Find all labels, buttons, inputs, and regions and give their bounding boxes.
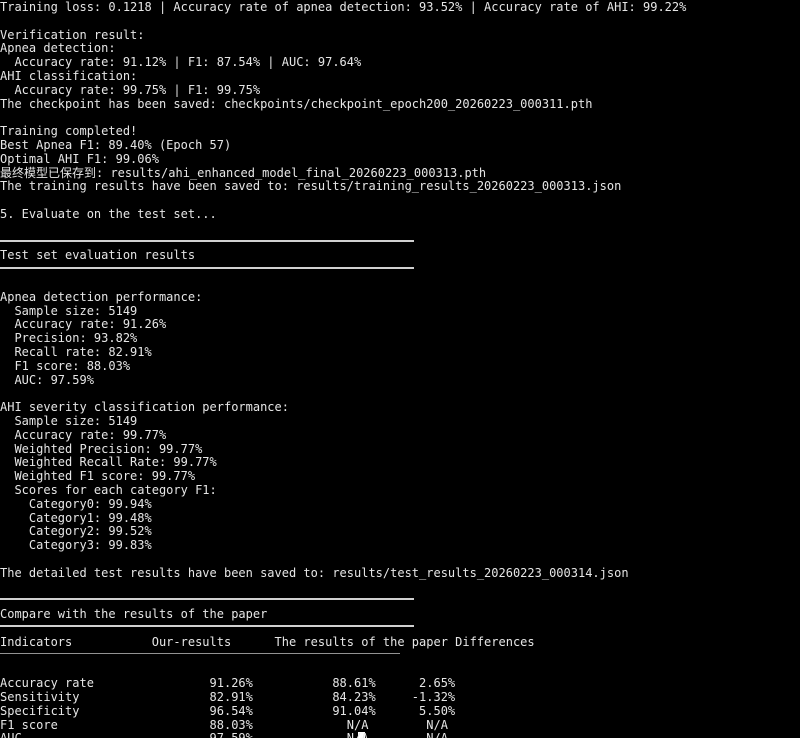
- terminal-line: Apnea detection:: [0, 41, 116, 56]
- terminal-line: Sensitivity 82.91% 84.23% -1.32%: [0, 690, 456, 704]
- terminal-line: Scores for each category F1:: [0, 483, 217, 497]
- terminal-line: AHI severity classification performance:: [0, 400, 289, 415]
- terminal-line: F1 score: 88.03%: [0, 358, 131, 373]
- terminal-line: F1 score 88.03% N/A N/A: [0, 717, 448, 732]
- terminal-line: Training completed!: [0, 124, 138, 139]
- terminal-line: The detailed test results have been save…: [0, 565, 629, 580]
- terminal-line: Compare with the results of the paper: [0, 607, 268, 622]
- terminal-line: AHI classification:: [0, 69, 138, 83]
- terminal-line: Sample size: 5149: [0, 303, 138, 318]
- terminal-line: The checkpoint has been saved: checkpoin…: [0, 96, 593, 111]
- separator-line: [0, 653, 400, 654]
- terminal-line: Specificity 96.54% 91.04% 5.50%: [0, 703, 456, 718]
- terminal-line: Weighted Precision: 99.77%: [0, 441, 203, 456]
- terminal-line: Training loss: 0.1218 | Accuracy rate of…: [0, 0, 687, 14]
- terminal-line: Precision: 93.82%: [0, 331, 138, 346]
- terminal-line: Category1: 99.48%: [0, 510, 152, 525]
- separator-line: [0, 598, 414, 600]
- terminal-window[interactable]: Training loss: 0.1218 | Accuracy rate of…: [0, 0, 800, 738]
- terminal-line: Recall rate: 82.91%: [0, 345, 152, 359]
- terminal-line: 最终模型已保存到: results/ahi_enhanced_model_fin…: [0, 165, 487, 180]
- terminal-line: Best Apnea F1: 89.40% (Epoch 57): [0, 138, 232, 152]
- terminal-line: Verification result:: [0, 27, 145, 42]
- terminal-line: The training results have been saved to:…: [0, 179, 622, 194]
- terminal-line: Accuracy rate: 91.26%: [0, 317, 167, 332]
- terminal-line: AUC: 97.59%: [0, 372, 94, 387]
- terminal-line: AUC 97.59% N/A N/A: [0, 731, 448, 738]
- separator-line: [0, 267, 414, 269]
- terminal-line: Indicators Our-results The results of th…: [0, 634, 535, 649]
- separator-line: [0, 240, 414, 242]
- terminal-line: Category0: 99.94%: [0, 496, 152, 511]
- terminal-line: Category3: 99.83%: [0, 538, 152, 553]
- terminal-line: Accuracy rate 91.26% 88.61% 2.65%: [0, 676, 456, 691]
- terminal-line: Weighted F1 score: 99.77%: [0, 469, 196, 484]
- terminal-line: Category2: 99.52%: [0, 524, 152, 539]
- terminal-line: Apnea detection performance:: [0, 289, 203, 304]
- terminal-line: Accuracy rate: 99.77%: [0, 427, 167, 442]
- terminal-line: Sample size: 5149: [0, 414, 138, 428]
- terminal-line: Optimal AHI F1: 99.06%: [0, 151, 159, 166]
- terminal-line: 5. Evaluate on the test set...: [0, 207, 217, 221]
- terminal-line: Accuracy rate: 99.75% | F1: 99.75%: [0, 82, 261, 97]
- separator-line: [0, 625, 414, 627]
- terminal-line: Weighted Recall Rate: 99.77%: [0, 455, 217, 470]
- terminal-line: Accuracy rate: 91.12% | F1: 87.54% | AUC…: [0, 55, 362, 70]
- terminal-line: Test set evaluation results: [0, 248, 196, 263]
